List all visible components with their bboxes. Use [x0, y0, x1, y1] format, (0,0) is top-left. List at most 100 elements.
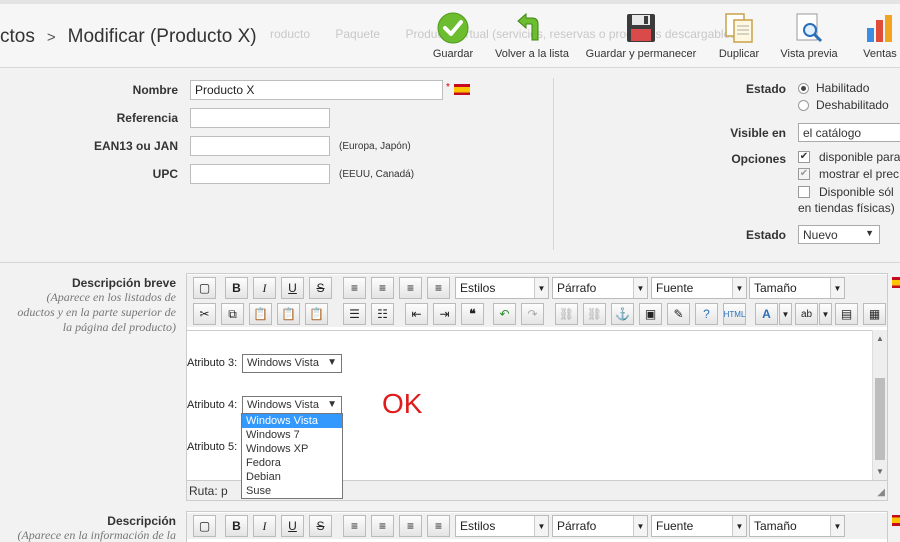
undo-icon[interactable]: ↶: [493, 303, 516, 325]
breadcrumb: ctos > Modificar (Producto X): [0, 26, 257, 48]
short-description-help-3: la página del producto): [62, 320, 176, 334]
strikethrough-button[interactable]: S: [309, 277, 332, 299]
outdent-icon[interactable]: ⇤: [405, 303, 428, 325]
editor-scrollbar[interactable]: ▲ ▼: [872, 330, 887, 480]
align-center-icon[interactable]: ≡: [371, 277, 394, 299]
underline-button[interactable]: U: [281, 515, 304, 537]
size-dropdown[interactable]: Tamaño ▼: [749, 277, 845, 299]
format-dropdown-label: Párrafo: [557, 519, 597, 533]
unlink-icon[interactable]: ⛓: [583, 303, 606, 325]
format-dropdown[interactable]: Párrafo ▼: [552, 277, 648, 299]
name-field[interactable]: Producto X: [190, 80, 443, 100]
ghost-option-pack: Paquete: [335, 27, 381, 41]
copy-icon[interactable]: ⧉: [221, 303, 244, 325]
ean-field[interactable]: [190, 136, 330, 156]
status-label: Estado: [745, 82, 786, 96]
paste-icon[interactable]: 📋: [249, 303, 272, 325]
align-left-icon[interactable]: ≡: [343, 277, 366, 299]
dropdown-option[interactable]: Suse: [242, 484, 342, 498]
new-document-icon[interactable]: ▢: [193, 277, 216, 299]
align-right-icon[interactable]: ≡: [399, 277, 422, 299]
scrollbar-thumb[interactable]: [875, 378, 885, 460]
scroll-down-icon[interactable]: ▼: [876, 467, 884, 476]
cut-icon[interactable]: ✂: [193, 303, 216, 325]
font-dropdown[interactable]: Fuente ▼: [651, 515, 747, 537]
attribute-3-label: Atributo 3:: [187, 357, 238, 369]
dropdown-option[interactable]: Debian: [242, 470, 342, 484]
help-icon[interactable]: ?: [695, 303, 718, 325]
bold-button[interactable]: B: [225, 515, 248, 537]
highlight-chevron-icon[interactable]: ▼: [819, 303, 832, 325]
reference-label: Referencia: [116, 111, 178, 125]
condition-select[interactable]: Nuevo ▼: [798, 225, 880, 244]
duplicate-icon: [717, 12, 761, 44]
upc-field[interactable]: [190, 164, 330, 184]
indent-icon[interactable]: ⇥: [433, 303, 456, 325]
underline-button[interactable]: U: [281, 277, 304, 299]
template-icon[interactable]: ▦: [863, 303, 886, 325]
attribute-3-select[interactable]: Windows Vista ▼: [242, 354, 342, 373]
available-for-order-checkbox[interactable]: ✔: [798, 151, 810, 163]
image-icon[interactable]: ▣: [639, 303, 662, 325]
blockquote-icon[interactable]: ❝: [461, 303, 484, 325]
sales-button[interactable]: Ventas: [860, 12, 900, 60]
bold-button[interactable]: B: [225, 277, 248, 299]
options-label: Opciones: [731, 152, 786, 166]
editor-toolbar-row-1: ▢ B I U S ≡ ≡ ≡ ≡ Estilos ▼ Párrafo ▼ Fuen…: [187, 513, 887, 539]
back-to-list-button[interactable]: Volver a la lista: [494, 12, 570, 60]
preview-button[interactable]: Vista previa: [778, 12, 840, 60]
spanish-flag-icon[interactable]: [892, 515, 900, 526]
visibility-select[interactable]: el catálogo: [798, 123, 900, 142]
resize-grip-icon[interactable]: ◢: [877, 487, 885, 498]
align-center-icon[interactable]: ≡: [371, 515, 394, 537]
strikethrough-button[interactable]: S: [309, 515, 332, 537]
bullet-list-icon[interactable]: ☰: [343, 303, 366, 325]
html-source-icon[interactable]: HTML: [723, 303, 746, 325]
name-label: Nombre: [132, 83, 178, 97]
media-icon[interactable]: ▤: [835, 303, 858, 325]
new-document-icon[interactable]: ▢: [193, 515, 216, 537]
highlight-color-icon[interactable]: ab: [795, 303, 818, 325]
page-title: Modificar (Producto X): [67, 26, 257, 47]
available-for-order-label: disponible para: [819, 150, 900, 164]
align-left-icon[interactable]: ≡: [343, 515, 366, 537]
duplicate-button[interactable]: Duplicar: [717, 12, 761, 60]
styles-dropdown[interactable]: Estilos ▼: [455, 515, 549, 537]
align-justify-icon[interactable]: ≡: [427, 277, 450, 299]
online-only-checkbox[interactable]: [798, 186, 810, 198]
spanish-flag-icon[interactable]: [892, 277, 900, 288]
format-dropdown[interactable]: Párrafo ▼: [552, 515, 648, 537]
align-right-icon[interactable]: ≡: [399, 515, 422, 537]
italic-button[interactable]: I: [253, 515, 276, 537]
reference-field[interactable]: [190, 108, 330, 128]
link-icon[interactable]: ⛓: [555, 303, 578, 325]
enabled-radio[interactable]: [798, 83, 809, 94]
paste-word-icon[interactable]: 📋: [305, 303, 328, 325]
text-color-icon[interactable]: A: [755, 303, 778, 325]
save-label: Guardar: [432, 48, 474, 60]
description-label: Descripción: [107, 514, 176, 528]
italic-button[interactable]: I: [253, 277, 276, 299]
font-dropdown[interactable]: Fuente ▼: [651, 277, 747, 299]
dropdown-option[interactable]: Fedora: [242, 456, 342, 470]
paste-text-icon[interactable]: 📋: [277, 303, 300, 325]
size-dropdown[interactable]: Tamaño ▼: [749, 515, 845, 537]
breadcrumb-parent[interactable]: ctos: [0, 26, 35, 47]
styles-dropdown[interactable]: Estilos ▼: [455, 277, 549, 299]
dropdown-option[interactable]: Windows 7: [242, 428, 342, 442]
text-color-chevron-icon[interactable]: ▼: [779, 303, 792, 325]
cleanup-icon[interactable]: ✎: [667, 303, 690, 325]
anchor-icon[interactable]: ⚓: [611, 303, 634, 325]
disabled-radio[interactable]: [798, 100, 809, 111]
dropdown-option[interactable]: Windows XP: [242, 442, 342, 456]
scroll-up-icon[interactable]: ▲: [876, 334, 884, 343]
save-button[interactable]: Guardar: [432, 12, 474, 60]
spanish-flag-icon[interactable]: [454, 84, 470, 95]
align-justify-icon[interactable]: ≡: [427, 515, 450, 537]
numbered-list-icon[interactable]: ☷: [371, 303, 394, 325]
show-price-checkbox[interactable]: ✔: [798, 168, 810, 180]
redo-icon[interactable]: ↷: [521, 303, 544, 325]
save-and-stay-button[interactable]: Guardar y permanecer: [585, 12, 697, 60]
chevron-down-icon: ▼: [327, 399, 337, 410]
dropdown-option[interactable]: Windows Vista: [242, 414, 342, 428]
